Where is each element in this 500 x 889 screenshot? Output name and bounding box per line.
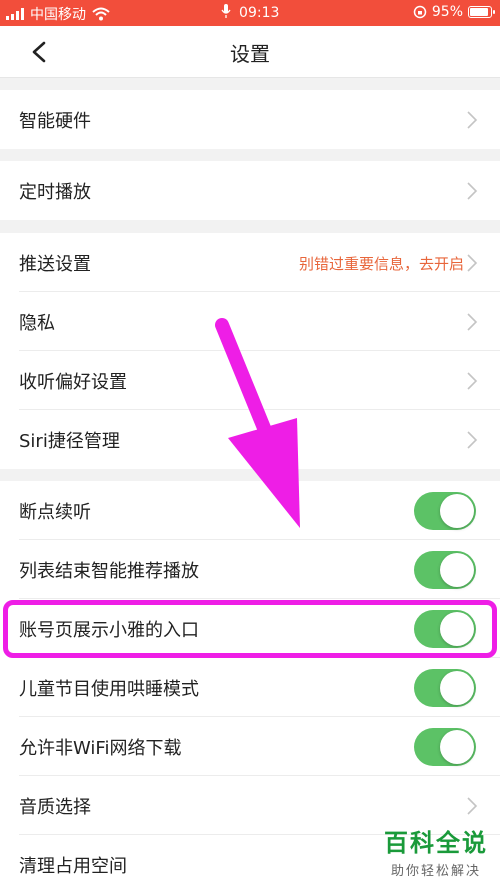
row-label: 断点续听 xyxy=(19,502,91,523)
smart-recommend-toggle[interactable] xyxy=(414,551,476,589)
row-label: Siri捷径管理 xyxy=(19,431,120,452)
settings-row-resume-playback: 断点续听 xyxy=(0,481,500,540)
row-label: 推送设置 xyxy=(19,254,91,275)
settings-row-listening-preferences[interactable]: 收听偏好设置 xyxy=(0,351,500,410)
settings-row-push[interactable]: 推送设置 别错过重要信息，去开启 xyxy=(0,233,500,292)
row-label: 定时播放 xyxy=(19,182,91,203)
chevron-right-icon xyxy=(467,111,478,129)
status-time: 09:13 xyxy=(239,5,280,21)
chevron-right-icon xyxy=(467,182,478,200)
settings-row-timed-play[interactable]: 定时播放 xyxy=(0,161,500,220)
row-label: 儿童节目使用哄睡模式 xyxy=(19,679,199,700)
kids-sleep-mode-toggle[interactable] xyxy=(414,669,476,707)
settings-row-smart-recommend: 列表结束智能推荐播放 xyxy=(0,540,500,599)
chevron-right-icon xyxy=(467,313,478,331)
status-bar: 中国移动 09:13 95% xyxy=(0,0,500,26)
row-label: 隐私 xyxy=(19,313,55,334)
chevron-right-icon xyxy=(467,431,478,449)
page-title: 设置 xyxy=(230,42,270,66)
watermark: 百科全说 助你轻松解决 xyxy=(384,823,488,879)
battery-icon xyxy=(468,6,495,18)
rotation-lock-icon xyxy=(413,5,427,19)
row-label: 清理占用空间 xyxy=(19,856,127,877)
chevron-right-icon xyxy=(467,254,478,272)
settings-row-privacy[interactable]: 隐私 xyxy=(0,292,500,351)
nav-bar: 设置 xyxy=(0,26,500,78)
chevron-right-icon xyxy=(467,372,478,390)
settings-row-siri-shortcuts[interactable]: Siri捷径管理 xyxy=(0,410,500,469)
row-label: 音质选择 xyxy=(19,797,91,818)
non-wifi-download-toggle[interactable] xyxy=(414,728,476,766)
watermark-title: 百科全说 xyxy=(384,829,488,857)
watermark-subtitle: 助你轻松解决 xyxy=(390,864,481,879)
highlight-box xyxy=(3,600,497,658)
row-label: 智能硬件 xyxy=(19,111,91,132)
chevron-right-icon xyxy=(467,797,478,815)
row-label: 收听偏好设置 xyxy=(19,372,127,393)
microphone-icon xyxy=(221,4,231,18)
settings-row-smart-hardware[interactable]: 智能硬件 xyxy=(0,90,500,149)
row-label: 允许非WiFi网络下载 xyxy=(19,738,182,759)
battery-percent: 95% xyxy=(431,4,463,20)
push-hint: 别错过重要信息，去开启 xyxy=(298,255,464,273)
row-label: 列表结束智能推荐播放 xyxy=(19,561,199,582)
resume-playback-toggle[interactable] xyxy=(414,492,476,530)
settings-row-non-wifi-download: 允许非WiFi网络下载 xyxy=(0,717,500,776)
settings-row-kids-sleep-mode: 儿童节目使用哄睡模式 xyxy=(0,658,500,717)
